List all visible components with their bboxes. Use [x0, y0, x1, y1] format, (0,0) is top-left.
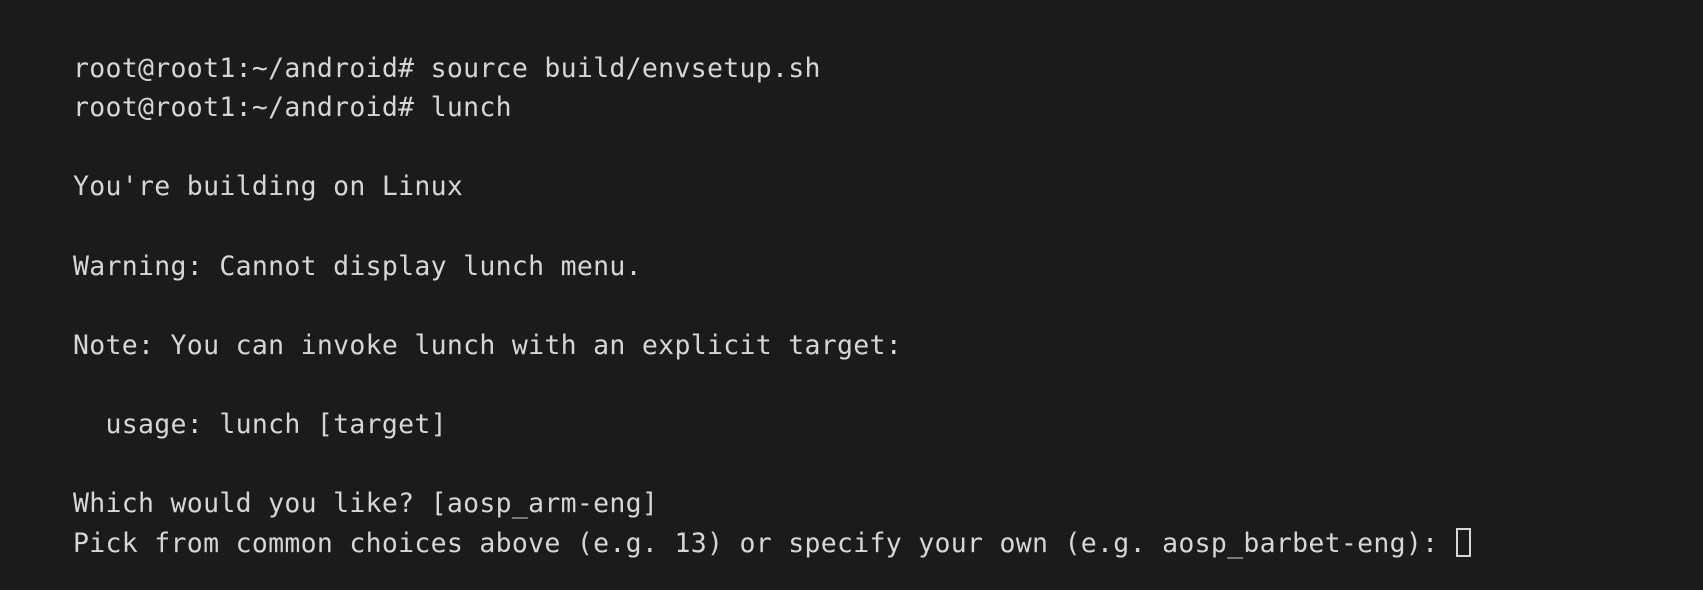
terminal-line: You're building on Linux [8, 128, 1703, 202]
terminal-line-question: Which would you like? [aosp_arm-eng] [8, 445, 1703, 519]
text-cursor[interactable] [1455, 527, 1471, 557]
terminal-line-warning: Warning: Cannot display lunch menu. [8, 207, 1703, 282]
terminal-line-text: Which would you like? [aosp_arm-eng] [73, 488, 659, 520]
terminal-line-text: usage: lunch [target] [73, 408, 447, 440]
terminal-line-text: root@root1:~/android# lunch [73, 92, 512, 124]
terminal-line-text: Warning: Cannot display lunch menu. [73, 250, 642, 282]
terminal-line-usage: usage: lunch [target] [8, 365, 1703, 440]
terminal-line-text: root@root1:~/android# source build/envse… [73, 52, 821, 84]
terminal-line-text: You're building on Linux [73, 171, 464, 203]
terminal-screen[interactable]: root@root1:~/android# source build/envse… [0, 0, 1703, 590]
terminal-line-text: Pick from common choices above (e.g. 13)… [73, 527, 1455, 559]
terminal-line-text: Note: You can invoke lunch with an expli… [73, 329, 903, 361]
terminal-line-note: Note: You can invoke lunch with an expli… [8, 286, 1703, 361]
terminal-line: root@root1:~/android# source build/envse… [8, 9, 1703, 84]
